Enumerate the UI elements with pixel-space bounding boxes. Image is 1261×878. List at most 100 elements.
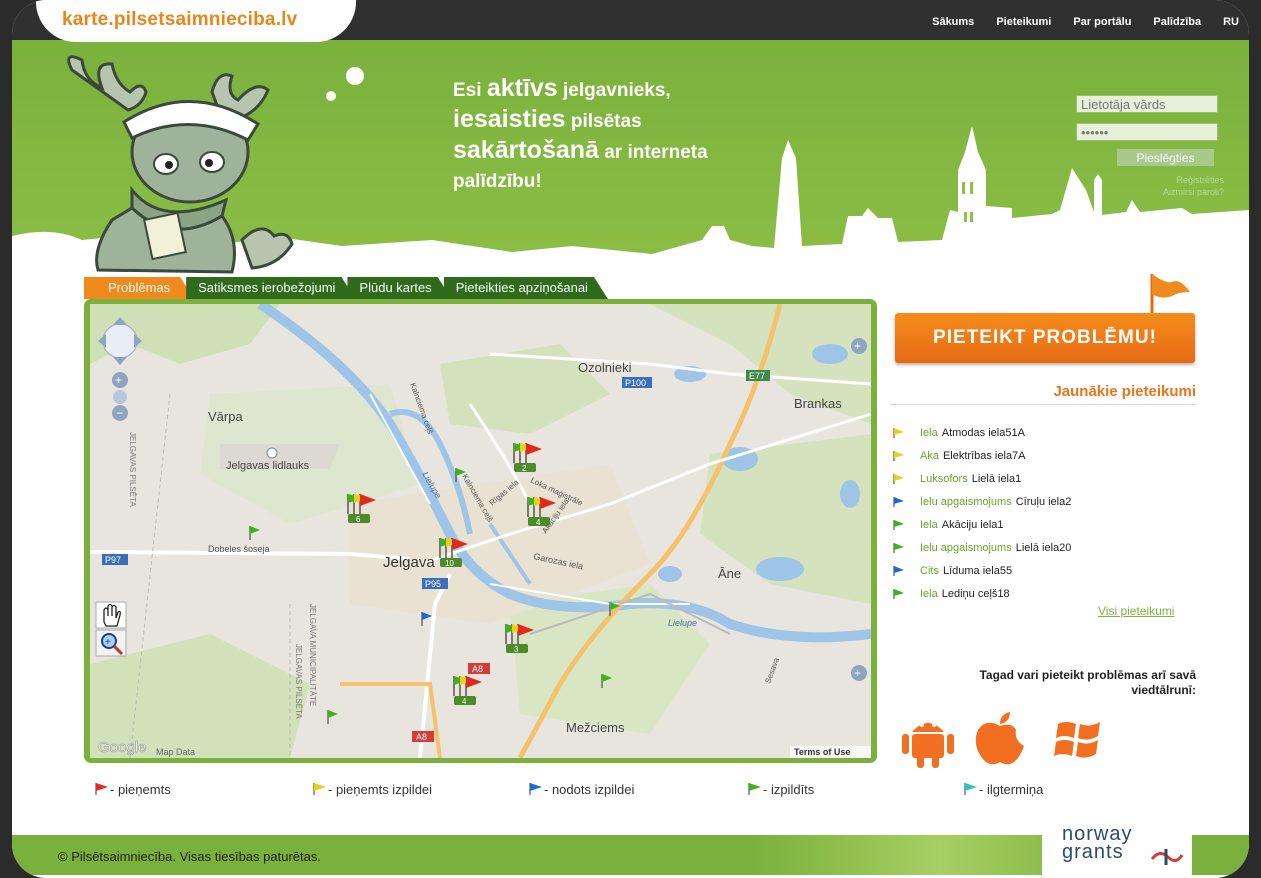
svg-text:10: 10 xyxy=(445,559,454,568)
username-input[interactable] xyxy=(1076,95,1218,113)
svg-text:3: 3 xyxy=(514,645,519,654)
flag-yellow-icon xyxy=(893,450,904,461)
map-canvas[interactable]: Ozolnieki Brankas Vārpa Jelgavas lidlauk… xyxy=(90,304,871,758)
recent-reports-list: Iela Atmodas iela51A Aka Elektrības iela7A… xyxy=(892,421,1198,605)
google-logo: Google xyxy=(98,739,146,756)
flag-green-icon xyxy=(748,783,761,795)
flag-yellow-icon xyxy=(893,427,904,438)
map-label-brankas: Brankas xyxy=(794,396,842,411)
flag-blue-icon xyxy=(529,783,542,795)
svg-text:+: + xyxy=(854,666,861,680)
windows-icon[interactable] xyxy=(1052,716,1104,760)
marker-flag-green[interactable] xyxy=(327,710,338,724)
zoom-box-icon[interactable]: + xyxy=(95,629,127,657)
legend-item-ilgtermina: - ilgtermiņa xyxy=(963,782,1043,797)
site-logo[interactable]: karte.pilsetsaimnieciba.lv xyxy=(62,9,297,31)
map-label-jelgava: Jelgava xyxy=(383,554,435,571)
svg-text:4: 4 xyxy=(462,697,467,706)
flag-green-icon xyxy=(893,588,904,599)
svg-text:E77: E77 xyxy=(749,371,765,381)
flag-blue-icon xyxy=(893,496,904,507)
nav-sakums[interactable]: Sākums xyxy=(932,16,974,28)
svg-text:P100: P100 xyxy=(625,378,646,388)
moose-mascot xyxy=(67,55,294,274)
flag-yellow-icon xyxy=(313,783,326,795)
map-label-ozolnieki: Ozolnieki xyxy=(578,360,632,375)
map-label-jelgava-municipal: JELGAVA MUNICIPALITĀTE xyxy=(308,604,317,706)
login-button[interactable]: Pieslēgties xyxy=(1117,149,1214,166)
flag-green-icon xyxy=(893,519,904,530)
svg-text:+: + xyxy=(105,637,111,648)
android-icon[interactable] xyxy=(898,712,958,768)
svg-text:+: + xyxy=(115,373,122,387)
recent-report-item[interactable]: Iela Lediņu ceļš18 xyxy=(892,582,1198,605)
recent-report-item[interactable]: Aka Elektrības iela7A xyxy=(892,444,1198,467)
flag-blue-icon xyxy=(893,565,904,576)
register-link[interactable]: Reģistrēties xyxy=(1176,175,1224,185)
map-data-credit: Map Data xyxy=(156,747,195,757)
tab-satiksmes[interactable]: Satiksmes ierobežojumi xyxy=(186,277,355,299)
globe-icon[interactable] xyxy=(113,390,127,404)
tab-apzinosanai[interactable]: Pieteikties apziņošanai xyxy=(444,277,608,299)
login-form: Pieslēgties Reģistrēties Aizmirsi paroli… xyxy=(1076,95,1224,197)
zoom-out-button[interactable]: − xyxy=(112,405,128,421)
recent-report-item[interactable]: Ielu apgaismojums Lielā iela20 xyxy=(892,536,1198,559)
recent-report-item[interactable]: Cits Līduma iela55 xyxy=(892,559,1198,582)
flag-teal-icon xyxy=(964,783,977,795)
report-problem-button[interactable]: PIETEIKT PROBLĒMU! xyxy=(895,313,1195,363)
tab-problemas[interactable]: Problēmas xyxy=(84,277,194,299)
map-container: Ozolnieki Brankas Vārpa Jelgavas lidlauk… xyxy=(84,299,877,763)
recent-reports-title: Jaunākie pieteikumi xyxy=(890,383,1196,405)
map-label-jelgavas-pilseta-1: JELGAVAS PILSĒTA xyxy=(128,432,137,507)
tab-pludu-kartes[interactable]: Plūdu kartes xyxy=(347,277,451,299)
map-label-airport: Jelgavas lidlauks xyxy=(226,460,310,472)
hero-banner: Esi aktīvs jelgavnieks, iesaisties pilsē… xyxy=(12,40,1249,302)
legend-item-izpildits: - izpildīts xyxy=(747,782,814,797)
expand-icon-top[interactable]: + xyxy=(851,338,867,354)
svg-text:P95: P95 xyxy=(425,579,441,589)
svg-text:2: 2 xyxy=(522,464,527,473)
orange-flag-icon xyxy=(1150,274,1190,314)
recent-report-item[interactable]: Iela Akāciju iela1 xyxy=(892,513,1198,536)
apple-icon[interactable] xyxy=(972,710,1028,768)
recent-report-item[interactable]: Luksofors Lielā iela1 xyxy=(892,467,1198,490)
map-tabs: Problēmas Satiksmes ierobežojumi Plūdu k… xyxy=(84,277,600,299)
map-label-dobeles: Dobeles šoseja xyxy=(208,544,270,554)
legend-item-pienemts-izpildei: - pieņemts izpildei xyxy=(312,782,432,797)
legend-item-pienemts: - pieņemts xyxy=(94,782,171,797)
all-reports-link[interactable]: Visi pieteikumi xyxy=(1098,604,1174,618)
recent-report-item[interactable]: Ielu apgaismojums Cīruļu iela2 xyxy=(892,490,1198,513)
flag-green-icon xyxy=(893,542,904,553)
svg-text:A8: A8 xyxy=(472,664,483,674)
svg-text:+: + xyxy=(854,339,861,353)
map-label-lielupe-2: Lielupe xyxy=(668,618,697,628)
page-frame: Esi aktīvs jelgavnieks, iesaisties pilsē… xyxy=(12,0,1249,878)
forgot-password-link[interactable]: Aizmirsi paroli? xyxy=(1163,187,1224,197)
norway-grants-symbol xyxy=(1150,849,1184,865)
recent-report-item[interactable]: Iela Atmodas iela51A xyxy=(892,421,1198,444)
nav-pieteikumi[interactable]: Pieteikumi xyxy=(996,16,1051,28)
svg-text:4: 4 xyxy=(536,518,541,527)
map-label-sesava: Sesava xyxy=(763,656,781,685)
map-label-jelgavas-pilseta-2: JELGAVAS PILSĒTA xyxy=(294,644,303,719)
copyright-text: © Pilsētsaimniecība. Visas tiesības patu… xyxy=(58,849,321,864)
marker-cluster[interactable]: 4 xyxy=(453,676,482,706)
mobile-apps-text: Tagad vari pieteikt problēmas arī savā v… xyxy=(979,668,1196,697)
svg-text:6: 6 xyxy=(356,515,361,524)
terms-of-use-link[interactable]: Terms of Use xyxy=(794,747,850,757)
nav-par-portalu[interactable]: Par portālu xyxy=(1073,16,1131,28)
legend-item-nodots-izpildei: - nodots izpildei xyxy=(528,782,634,797)
zoom-in-button[interactable]: + xyxy=(112,372,128,388)
marker-cluster[interactable]: 2 xyxy=(513,443,542,473)
nav-ru[interactable]: RU xyxy=(1223,16,1239,28)
map-label-kalnciema-1: Kalnciema ceļš xyxy=(408,382,435,436)
hero-slogan: Esi aktīvs jelgavnieks, iesaisties pilsē… xyxy=(453,74,708,192)
expand-icon-bottom[interactable]: + xyxy=(851,665,867,681)
hand-tool-icon[interactable] xyxy=(95,601,127,629)
marker-flag-green[interactable] xyxy=(249,526,260,540)
svg-text:P97: P97 xyxy=(105,555,121,565)
password-input[interactable] xyxy=(1076,123,1218,141)
nav-palidziba[interactable]: Palīdzība xyxy=(1153,16,1201,28)
norway-grants-logo: norway grants xyxy=(1042,817,1192,877)
main-nav: Sākums Pieteikumi Par portālu Palīdzība … xyxy=(932,16,1239,28)
